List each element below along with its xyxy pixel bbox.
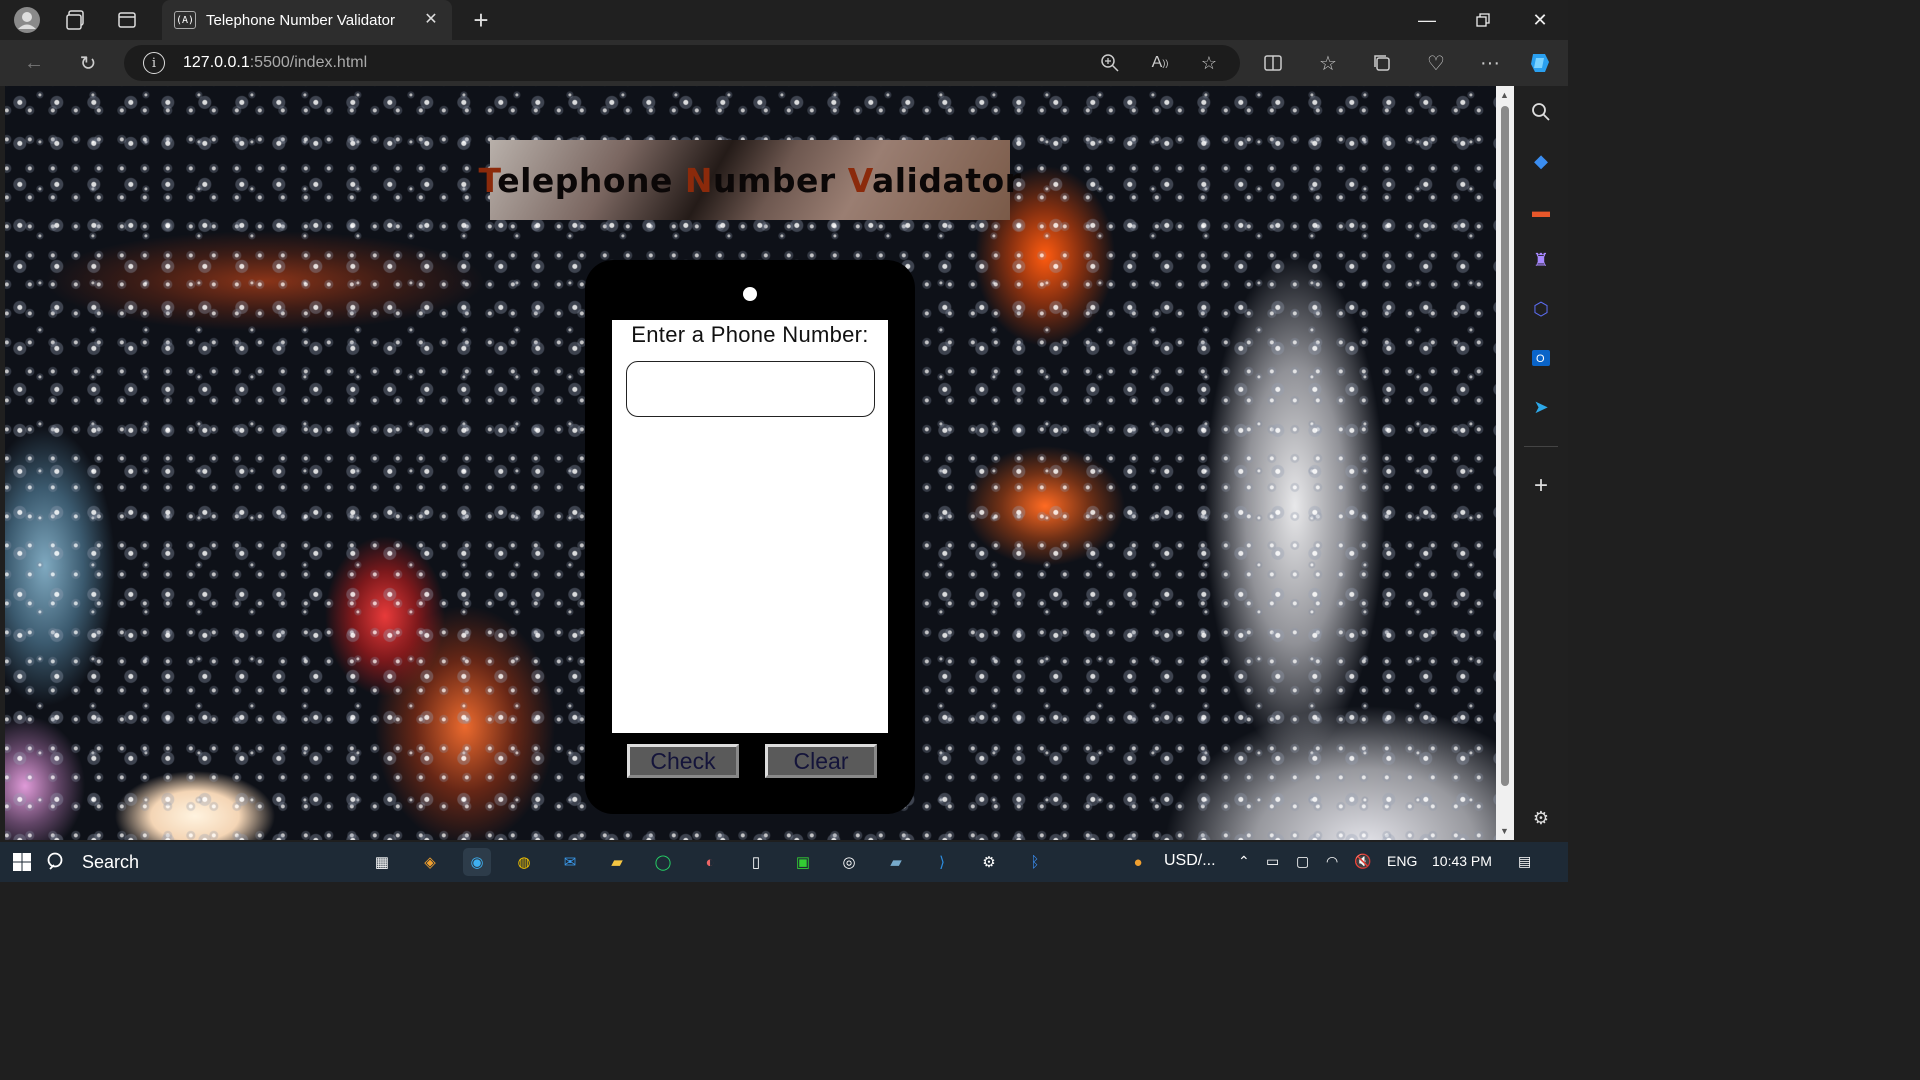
phone-screen: Enter a Phone Number: (612, 320, 888, 733)
tab-actions-icon[interactable] (113, 6, 141, 34)
sidebar-divider (1524, 446, 1558, 447)
page-viewport: Telephone Number Validator Enter a Phone… (5, 86, 1496, 840)
sidebar-shopping-icon[interactable]: ◆ (1527, 147, 1555, 175)
sidebar-outlook-icon[interactable]: O (1527, 344, 1555, 372)
profile-avatar-icon[interactable] (13, 6, 41, 34)
display-icon[interactable]: ▢ (1296, 853, 1309, 870)
whatsapp-icon[interactable]: ◯ (649, 848, 677, 876)
page-title-banner: Telephone Number Validator (479, 140, 1021, 220)
file-explorer-icon[interactable]: ▰ (603, 848, 631, 876)
browser-titlebar: (A) Telephone Number Validator ✕ + — ✕ (0, 0, 1568, 40)
taskbar-search[interactable]: Search (46, 846, 360, 878)
tab-close-icon[interactable]: ✕ (420, 9, 442, 31)
photos-icon[interactable]: ▰ (882, 848, 910, 876)
refresh-icon[interactable]: ↻ (74, 49, 102, 77)
clock[interactable]: 10:43 PM (1432, 853, 1492, 869)
workspaces-icon[interactable] (62, 6, 90, 34)
bluetooth-icon[interactable]: ᛒ (1021, 848, 1049, 876)
read-aloud-icon[interactable]: A)) (1146, 49, 1174, 77)
edge-sidebar: ◆ ▬ ♜ ⬡ O ➤ + ⚙ (1514, 86, 1568, 840)
clear-button[interactable]: Clear (765, 744, 877, 778)
scroll-down-icon[interactable]: ▼ (1500, 826, 1509, 836)
sidebar-copilot-icon[interactable]: ⬡ (1527, 295, 1555, 323)
mail-taskbar-icon[interactable]: ✉ (556, 848, 584, 876)
split-screen-icon[interactable] (1259, 49, 1287, 77)
windows-start-icon[interactable] (8, 848, 36, 876)
svg-text:O: O (1536, 353, 1545, 365)
address-bar[interactable]: i 127.0.0.1:5500/index.html A)) ☆ (124, 45, 1240, 81)
phone-number-input[interactable] (626, 361, 875, 417)
volume-muted-icon[interactable]: 🔇 (1354, 853, 1371, 870)
phone-input-label: Enter a Phone Number: (631, 322, 869, 347)
windows-taskbar: Search ▦ ◈ ◉ ◍ ✉ ▰ ◯ ◐ ▯ ▣ ◎ ▰ ⟩ ⚙ ᛒ ● U… (0, 842, 1568, 882)
copilot-icon[interactable] (1526, 49, 1554, 77)
page-scrollbar[interactable]: ▲ ▼ (1496, 86, 1514, 840)
close-window-icon[interactable]: ✕ (1512, 0, 1568, 40)
github-icon[interactable]: ◎ (835, 848, 863, 876)
restore-icon[interactable] (1455, 0, 1511, 40)
url-text[interactable]: 127.0.0.1:5500/index.html (183, 54, 367, 72)
task-view-icon[interactable]: ▦ (368, 848, 396, 876)
site-info-icon[interactable]: i (143, 52, 165, 74)
favorite-star-icon[interactable]: ☆ (1195, 49, 1223, 77)
sidebar-search-icon[interactable] (1527, 98, 1555, 126)
notifications-icon[interactable]: ▤ (1518, 853, 1531, 870)
battery-icon[interactable]: ▭ (1266, 853, 1279, 870)
tray-chevron-icon[interactable]: ⌃ (1238, 853, 1250, 870)
tab-favicon-icon: (A) (174, 11, 196, 29)
minimize-icon[interactable]: — (1399, 0, 1455, 40)
settings-taskbar-icon[interactable]: ⚙ (975, 848, 1003, 876)
sidebar-add-icon[interactable]: + (1527, 472, 1555, 500)
meet-icon[interactable]: ▣ (789, 848, 817, 876)
page-title: Telephone Number Validator (478, 160, 1022, 200)
more-options-icon[interactable]: ··· (1476, 49, 1504, 77)
chrome-taskbar-icon[interactable]: ◍ (510, 848, 538, 876)
browser-toolbar: ← ↻ i 127.0.0.1:5500/index.html A)) ☆ ☆ … (0, 40, 1568, 86)
notepad-icon[interactable]: ▯ (742, 848, 770, 876)
sidebar-settings-icon[interactable]: ⚙ (1527, 804, 1555, 832)
sidebar-games-icon[interactable]: ♜ (1527, 246, 1555, 274)
phone-camera-icon (743, 287, 757, 301)
scroll-up-icon[interactable]: ▲ (1500, 90, 1509, 100)
tab-title: Telephone Number Validator (206, 11, 396, 29)
language-indicator[interactable]: ENG (1387, 853, 1417, 869)
back-icon[interactable]: ← (20, 49, 48, 77)
collections-icon[interactable] (1368, 49, 1396, 77)
zoom-icon[interactable] (1096, 49, 1124, 77)
currency-widget-text[interactable]: USD/... (1164, 852, 1216, 870)
currency-widget-icon[interactable]: ● (1124, 848, 1152, 876)
taskbar-search-icon (47, 852, 63, 870)
browser-essentials-icon[interactable]: ♡ (1422, 49, 1450, 77)
browser-tab-active[interactable]: (A) Telephone Number Validator ✕ (162, 0, 452, 40)
check-button[interactable]: Check (627, 744, 739, 778)
app-taskbar-icon[interactable]: ◐ (696, 848, 724, 876)
edge-taskbar-icon[interactable]: ◉ (463, 848, 491, 876)
wifi-icon[interactable]: ◠ (1326, 853, 1338, 870)
new-tab-icon[interactable]: + (467, 5, 495, 35)
phone-container: Enter a Phone Number: Check Clear (585, 260, 915, 814)
sidebar-tools-icon[interactable]: ▬ (1527, 197, 1555, 225)
copilot-taskbar-icon[interactable]: ◈ (416, 848, 444, 876)
favorites-icon[interactable]: ☆ (1314, 49, 1342, 77)
vscode-icon[interactable]: ⟩ (928, 848, 956, 876)
scrollbar-thumb[interactable] (1501, 106, 1509, 786)
sidebar-telegram-icon[interactable]: ➤ (1527, 393, 1555, 421)
taskbar-search-label: Search (82, 851, 140, 872)
